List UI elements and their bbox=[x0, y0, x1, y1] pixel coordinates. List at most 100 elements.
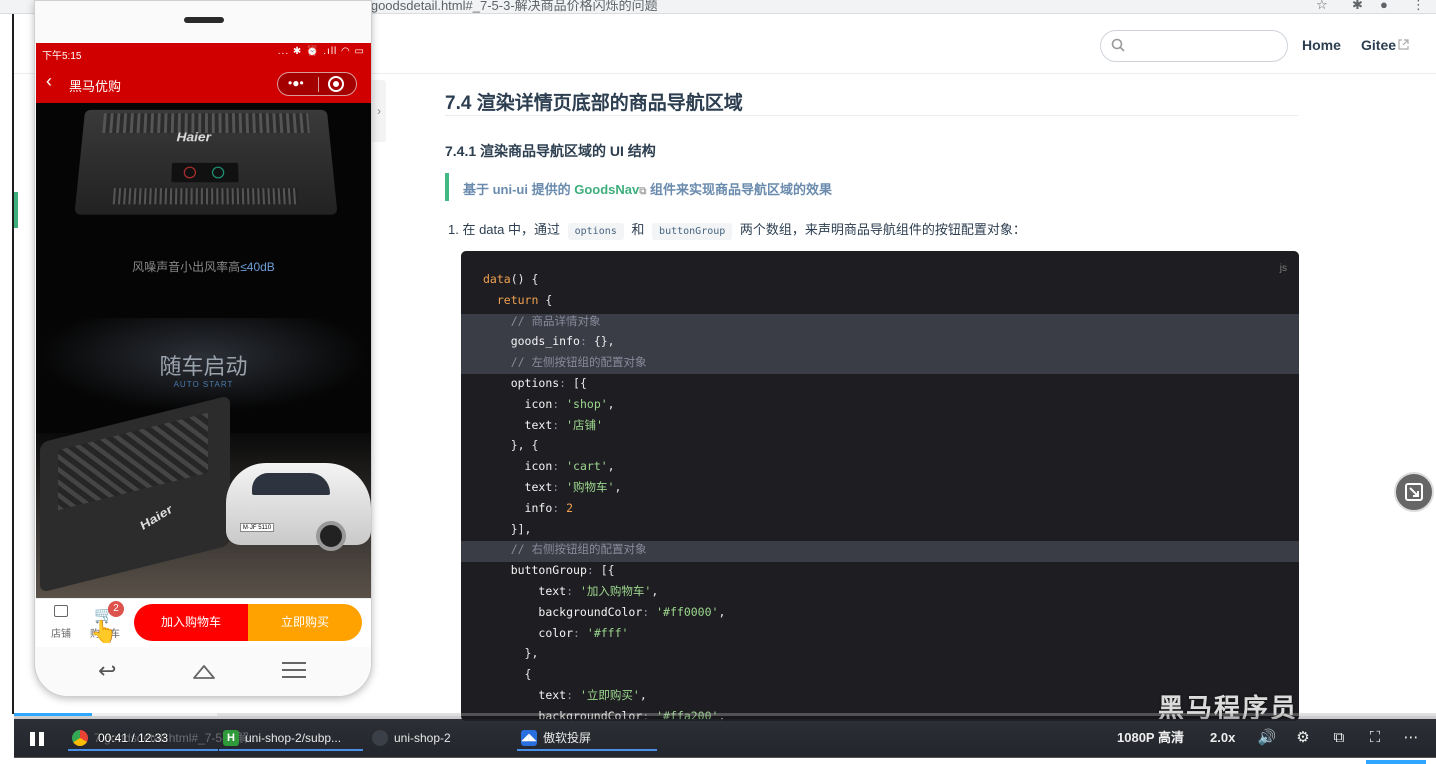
volume-icon[interactable]: 🔊 bbox=[1256, 725, 1278, 751]
more-icon[interactable]: •●• bbox=[288, 76, 304, 90]
buy-now-button[interactable]: 立即购买 bbox=[248, 604, 362, 641]
code-line: }], bbox=[483, 519, 531, 540]
picture-in-picture-icon[interactable]: ⧉ bbox=[1328, 725, 1350, 751]
menu-icon[interactable]: ⋮ bbox=[1412, 0, 1425, 13]
back-icon[interactable]: ‹ bbox=[46, 71, 52, 92]
tagline-value: ≤40dB bbox=[240, 260, 275, 274]
close-target-icon[interactable] bbox=[328, 76, 344, 92]
taskbar-item-mirror[interactable]: ◢◣ 傲软投屏 bbox=[517, 725, 657, 751]
window-edge bbox=[12, 14, 14, 714]
video-control-bar: 7.goodsdetail.html#_7-5-3-解... H uni-sho… bbox=[14, 713, 1436, 764]
device-grill bbox=[58, 413, 208, 510]
hand-cursor-icon: 👆 bbox=[90, 619, 117, 645]
phone-speaker bbox=[184, 17, 224, 23]
code-line: { bbox=[483, 664, 531, 685]
feature-headline: 随车启动 bbox=[36, 349, 371, 381]
taskbar-label: 傲软投屏 bbox=[543, 731, 591, 745]
taskbar-item-devtools[interactable]: uni-shop-2 bbox=[368, 725, 513, 751]
shrink-icon bbox=[1396, 474, 1432, 510]
inline-code-options: options bbox=[568, 223, 624, 240]
tagline-text: 风噪声音小出风率高 bbox=[132, 260, 240, 274]
phone-simulator: 下午5:15 ... ✱ ⏰ .ıll ◠ ▭ ‹ 黑马优购 •●• Haier bbox=[34, 0, 372, 697]
feature-subheadline: AUTO START bbox=[36, 380, 371, 389]
capsule-divider bbox=[318, 77, 319, 92]
code-line: // 左侧按钮组的配置对象 bbox=[483, 352, 646, 373]
nav-gitee-link[interactable]: Gitee bbox=[1361, 37, 1396, 53]
list-item: 1. 在 data 中，通过 options 和 buttonGroup 两个数… bbox=[448, 219, 1026, 238]
goodsnav-link[interactable]: GoodsNav bbox=[574, 182, 639, 197]
more-options-icon[interactable]: ⋯ bbox=[1400, 725, 1422, 751]
speed-selector[interactable]: 2.0x bbox=[1210, 725, 1235, 751]
search-icon bbox=[1111, 38, 1125, 52]
external-link-icon bbox=[1398, 39, 1409, 50]
add-to-cart-button[interactable]: 加入购物车 bbox=[134, 604, 248, 641]
capsule-button[interactable]: •●• bbox=[277, 72, 357, 96]
exit-fullscreen-button[interactable] bbox=[1394, 472, 1434, 512]
code-line: text: '加入购物车', bbox=[483, 581, 658, 602]
code-line: return { bbox=[483, 290, 552, 311]
list-text-2: 和 bbox=[631, 222, 644, 237]
list-number: 1. bbox=[448, 222, 459, 237]
status-bar: 下午5:15 ... ✱ ⏰ .ıll ◠ ▭ bbox=[36, 43, 371, 63]
search-input[interactable] bbox=[1100, 30, 1288, 62]
taskbar-label: uni-shop-2 bbox=[394, 731, 451, 745]
video-progress[interactable] bbox=[14, 713, 92, 716]
license-plate: M·JF 5110 bbox=[240, 523, 274, 532]
product-tagline: 风噪声音小出风率高≤40dB bbox=[36, 258, 371, 275]
hbuilder-icon: H bbox=[223, 730, 239, 746]
mode-icon bbox=[212, 167, 224, 179]
profile-icon[interactable]: ● bbox=[1380, 0, 1388, 12]
code-line: }, bbox=[483, 643, 538, 664]
code-line: goods_info: {}, bbox=[483, 331, 615, 352]
goods-nav: 店铺 🛒 2 购物车 👆 加入购物车 立即购买 bbox=[36, 598, 371, 647]
section-heading: 7.4 渲染详情页底部的商品导航区域 bbox=[445, 88, 743, 115]
product-device-image: Haier bbox=[74, 110, 337, 215]
tip-text: 基于 uni-ui 提供的 GoodsNav⧉ 组件来实现商品导航区域的效果 bbox=[463, 179, 832, 198]
mini-program-navbar: ‹ 黑马优购 •●• bbox=[36, 63, 371, 103]
tip-suffix: 组件来实现商品导航区域的效果 bbox=[646, 182, 832, 197]
video-time: 00:41 / 12:33 bbox=[98, 725, 168, 751]
device-buttons bbox=[171, 163, 238, 182]
fullscreen-icon[interactable]: ⛶ bbox=[1364, 725, 1386, 751]
brand-logo: Haier bbox=[138, 501, 174, 533]
phone-screen: 下午5:15 ... ✱ ⏰ .ıll ◠ ▭ ‹ 黑马优购 •●• Haier bbox=[36, 43, 371, 647]
sidebar-toggle-button[interactable]: › bbox=[372, 80, 386, 142]
code-line: color: '#fff' bbox=[483, 623, 628, 644]
inline-code-buttongroup: buttonGroup bbox=[652, 223, 732, 240]
shop-icon bbox=[54, 605, 68, 617]
url-text[interactable]: 7.goodsdetail.html#_7-5-3-解决商品价格闪烁的问题 bbox=[360, 0, 658, 14]
car-window bbox=[252, 473, 330, 495]
back-nav-icon[interactable]: ↩ bbox=[98, 658, 116, 684]
brand-logo: Haier bbox=[176, 129, 211, 144]
taskbar-label: uni-shop-2/subp... bbox=[245, 731, 341, 745]
status-time: 下午5:15 bbox=[42, 47, 81, 62]
star-icon[interactable]: ☆ bbox=[1316, 0, 1328, 13]
code-line: backgroundColor: '#ff0000', bbox=[483, 602, 725, 623]
home-nav-icon[interactable] bbox=[192, 662, 216, 680]
menu-nav-icon[interactable] bbox=[282, 662, 306, 680]
apowermirror-icon: ◢◣ bbox=[521, 730, 537, 746]
cart-badge: 2 bbox=[108, 601, 124, 617]
code-line: }, { bbox=[483, 435, 538, 456]
code-line: buttonGroup: [{ bbox=[483, 560, 615, 581]
subsection-heading: 7.4.1 渲染商品导航区域的 UI 结构 bbox=[445, 141, 656, 161]
code-line: icon: 'cart', bbox=[483, 456, 615, 477]
nav-home-link[interactable]: Home bbox=[1302, 37, 1341, 53]
taskbar-item-hbuilder[interactable]: H uni-shop-2/subp... bbox=[219, 725, 363, 751]
power-icon bbox=[184, 167, 196, 179]
code-line: info: 2 bbox=[483, 498, 573, 519]
code-line: icon: 'shop', bbox=[483, 394, 615, 415]
settings-icon[interactable]: ⚙ bbox=[1292, 725, 1314, 751]
bottom-accent bbox=[1366, 760, 1426, 764]
car-wheel bbox=[316, 521, 346, 551]
device-vent bbox=[113, 188, 299, 204]
code-line: text: '店铺' bbox=[483, 415, 603, 436]
tip-blockquote: 基于 uni-ui 提供的 GoodsNav⧉ 组件来实现商品导航区域的效果 bbox=[445, 173, 1298, 201]
bottom-strip bbox=[0, 758, 1436, 764]
quality-selector[interactable]: 1080P 高清 bbox=[1117, 725, 1184, 751]
video-progress-track[interactable] bbox=[14, 713, 1436, 716]
pause-icon[interactable] bbox=[30, 732, 48, 746]
extensions-icon[interactable]: ✱ bbox=[1352, 0, 1363, 13]
code-language-label: js bbox=[1280, 263, 1287, 274]
screen: 7.goodsdetail.html#_7-5-3-解决商品价格闪烁的问题 ☆ … bbox=[0, 0, 1436, 764]
